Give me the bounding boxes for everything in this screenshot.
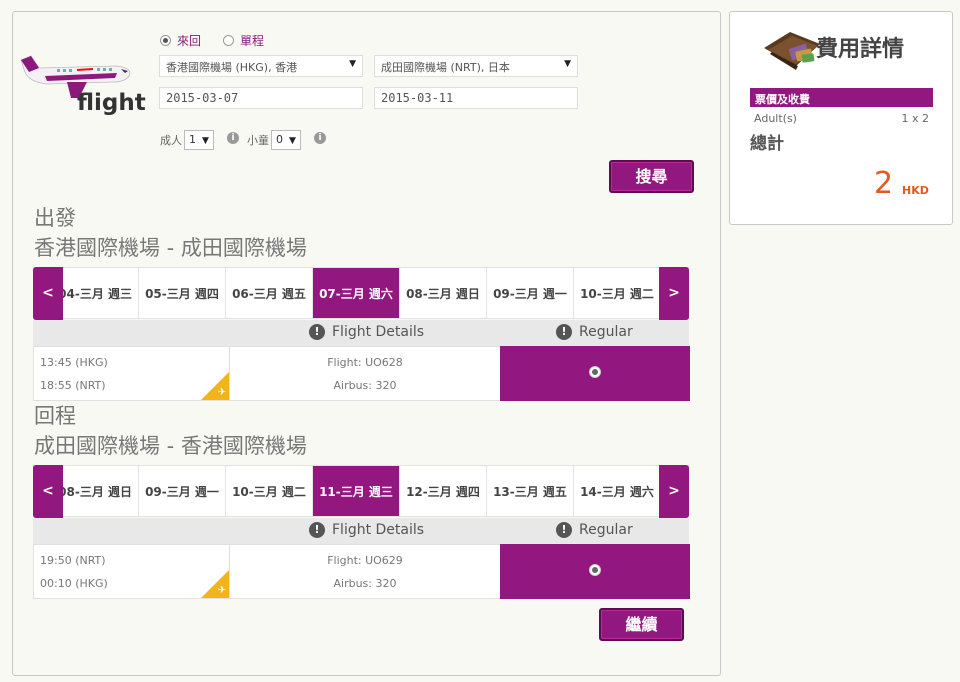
date-cell[interactable]: 06-三月 週五 — [226, 268, 313, 318]
date-cell[interactable]: 08-三月 週日 — [400, 268, 487, 318]
flight-details-header[interactable]: ! Flight Details — [309, 324, 424, 340]
flight-times: 19:50 (NRT) 00:10 (HKG) ✈ — [34, 545, 230, 598]
search-button[interactable]: 搜尋 — [609, 160, 694, 193]
flight-details-label: Flight Details — [332, 522, 425, 538]
adult-fare-row: Adult(s) 1 x 2 — [754, 112, 929, 125]
total-price: 2 — [874, 166, 894, 201]
radio-one-way-dot[interactable] — [223, 35, 234, 46]
origin-value: 香港國際機場 (HKG), 香港 — [166, 61, 298, 74]
adults-select[interactable]: 1 ▼ — [184, 130, 214, 150]
plane-icon: ✈ — [217, 585, 226, 596]
return-date-field[interactable]: 2015-03-11 — [374, 87, 578, 109]
radio-one-way[interactable]: 單程 — [223, 32, 264, 49]
calendar-icon[interactable] — [341, 91, 359, 105]
fare-summary-panel: 費用詳情 票價及收費 Adult(s) 1 x 2 總計 2 HKD — [729, 11, 953, 225]
prev-dates-button[interactable]: < — [33, 465, 63, 518]
adults-label: 成人 — [160, 134, 182, 147]
children-value: 0 — [276, 133, 283, 146]
total-label: 總計 — [750, 134, 784, 154]
help-icon: ! — [556, 522, 572, 538]
adult-label: Adult(s) — [754, 112, 797, 125]
fare-class-label: Regular — [579, 522, 633, 538]
inbound-heading: 回程 — [34, 404, 76, 428]
outbound-date-strip: < 04-三月 週三 05-三月 週四 06-三月 週五 07-三月 週六 08… — [33, 267, 689, 320]
date-cell[interactable]: 09-三月 週一 — [139, 466, 226, 516]
fare-select-radio[interactable] — [589, 366, 601, 378]
fare-class-header[interactable]: ! Regular — [556, 522, 633, 538]
outbound-heading: 出發 — [34, 206, 76, 230]
flight-times: 13:45 (HKG) 18:55 (NRT) ✈ — [34, 347, 230, 400]
date-cell[interactable]: 14-三月 週六 — [574, 466, 661, 516]
help-icon: ! — [309, 522, 325, 538]
date-cell[interactable]: 10-三月 週二 — [574, 268, 661, 318]
flight-number: Flight: UO629 — [327, 554, 403, 567]
radio-round-trip-label: 來回 — [177, 34, 202, 48]
fare-class-header[interactable]: ! Regular — [556, 324, 633, 340]
info-icon[interactable]: i — [314, 132, 326, 144]
next-dates-button[interactable]: > — [659, 465, 689, 518]
date-cell-selected[interactable]: 07-三月 週六 — [313, 268, 400, 318]
flight-details-label: Flight Details — [332, 324, 425, 340]
outbound-flight-row: 13:45 (HKG) 18:55 (NRT) ✈ Flight: UO628 … — [33, 346, 690, 401]
date-cell[interactable]: 10-三月 週二 — [226, 466, 313, 516]
plane-icon: ✈ — [217, 387, 226, 398]
chevron-down-icon: ▼ — [564, 59, 571, 69]
chevron-down-icon: ▼ — [202, 136, 209, 146]
outbound-results-header: ! Flight Details ! Regular — [33, 320, 689, 346]
date-cell-selected[interactable]: 11-三月 週三 — [313, 466, 400, 516]
help-icon: ! — [556, 324, 572, 340]
radio-round-trip-dot[interactable] — [160, 35, 171, 46]
radio-round-trip[interactable]: 來回 — [160, 32, 201, 49]
booking-panel: flight 來回 單程 香港國際機場 (HKG), 香港 ▼ 成田國際機場 (… — [12, 11, 721, 676]
children-select[interactable]: 0 ▼ — [271, 130, 301, 150]
summary-title: 費用詳情 — [816, 37, 905, 62]
flight-number: Flight: UO628 — [327, 356, 403, 369]
calendar-icon[interactable] — [556, 91, 574, 105]
children-label: 小童 — [247, 134, 269, 147]
date-cell[interactable]: 12-三月 週四 — [400, 466, 487, 516]
origin-select[interactable]: 香港國際機場 (HKG), 香港 ▼ — [159, 55, 363, 77]
fare-cell[interactable] — [500, 544, 690, 599]
next-dates-button[interactable]: > — [659, 267, 689, 320]
flight-details-header[interactable]: ! Flight Details — [309, 522, 424, 538]
destination-select[interactable]: 成田國際機場 (NRT), 日本 ▼ — [374, 55, 578, 77]
depart-time: 13:45 (HKG) — [40, 356, 108, 369]
fare-select-radio[interactable] — [589, 564, 601, 576]
arrive-time: 00:10 (HKG) — [40, 577, 108, 590]
help-icon: ! — [309, 324, 325, 340]
info-icon[interactable]: i — [227, 132, 239, 144]
depart-time: 19:50 (NRT) — [40, 554, 106, 567]
fare-class-label: Regular — [579, 324, 633, 340]
adults-value: 1 — [189, 133, 196, 146]
chevron-down-icon: ▼ — [349, 59, 356, 69]
date-cell[interactable]: 13-三月 週五 — [487, 466, 574, 516]
chevron-down-icon: ▼ — [289, 136, 296, 146]
brand-wordmark: flight — [77, 90, 146, 116]
arrive-time: 18:55 (NRT) — [40, 379, 106, 392]
fare-cell[interactable] — [500, 346, 690, 401]
inbound-results-header: ! Flight Details ! Regular — [33, 518, 689, 544]
inbound-date-strip: < 08-三月 週日 09-三月 週一 10-三月 週二 11-三月 週三 12… — [33, 465, 689, 518]
inbound-flight-row: 19:50 (NRT) 00:10 (HKG) ✈ Flight: UO629 … — [33, 544, 690, 599]
aircraft-type: Airbus: 320 — [333, 379, 397, 392]
date-cell[interactable]: 04-三月 週三 — [63, 268, 139, 318]
radio-one-way-label: 單程 — [240, 34, 265, 48]
return-date-value: 2015-03-11 — [381, 91, 454, 105]
flight-details: Flight: UO629 Airbus: 320 — [230, 545, 500, 598]
date-cell[interactable]: 05-三月 週四 — [139, 268, 226, 318]
inbound-route: 成田國際機場 - 香港國際機場 — [34, 434, 307, 458]
currency-code: HKD — [902, 184, 929, 197]
adult-qty: 1 x 2 — [901, 112, 930, 125]
outbound-route: 香港國際機場 - 成田國際機場 — [34, 236, 307, 260]
flight-details: Flight: UO628 Airbus: 320 — [230, 347, 500, 400]
depart-date-value: 2015-03-07 — [166, 91, 239, 105]
fares-and-charges-bar: 票價及收費 — [750, 88, 933, 107]
depart-date-field[interactable]: 2015-03-07 — [159, 87, 363, 109]
aircraft-type: Airbus: 320 — [333, 577, 397, 590]
prev-dates-button[interactable]: < — [33, 267, 63, 320]
date-cell[interactable]: 08-三月 週日 — [63, 466, 139, 516]
destination-value: 成田國際機場 (NRT), 日本 — [381, 61, 510, 74]
date-cell[interactable]: 09-三月 週一 — [487, 268, 574, 318]
continue-button[interactable]: 繼續 — [599, 608, 684, 641]
